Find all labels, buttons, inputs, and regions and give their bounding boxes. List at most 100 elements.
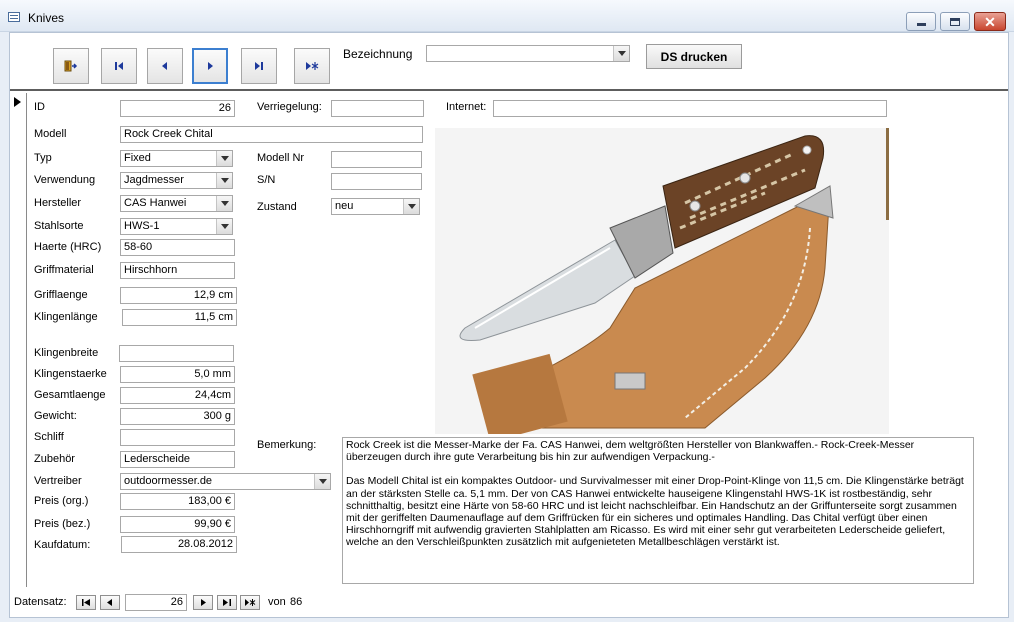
stahlsorte-dropdown-button[interactable]	[216, 219, 232, 234]
typ-value: Fixed	[124, 152, 151, 164]
grifflaenge-field[interactable]: 12,9 cm	[120, 287, 237, 304]
haerte-field[interactable]: 58-60	[120, 239, 235, 256]
chevron-down-icon	[220, 224, 229, 229]
first-record-icon	[82, 599, 90, 606]
exit-button[interactable]	[53, 48, 89, 84]
record-nav-prev-button[interactable]	[100, 595, 120, 610]
bezeichnung-combo[interactable]	[426, 45, 630, 62]
modellnr-field[interactable]	[331, 151, 422, 168]
hersteller-combo[interactable]: CAS Hanwei	[120, 195, 233, 212]
verriegelung-field[interactable]	[331, 100, 424, 117]
bemerkung-paragraph: Rock Creek ist die Messer-Marke der Fa. …	[346, 439, 915, 464]
next-record-icon	[201, 599, 206, 606]
kaufdatum-field[interactable]: 28.08.2012	[121, 536, 237, 553]
record-nav-first-button[interactable]	[76, 595, 96, 610]
schliff-field[interactable]	[120, 429, 235, 446]
print-button[interactable]: DS drucken	[646, 44, 742, 69]
record-nav-of-label: von	[268, 596, 286, 608]
bemerkung-label: Bemerkung:	[257, 439, 317, 451]
chevron-down-icon	[220, 156, 229, 161]
modell-field[interactable]: Rock Creek Chital	[120, 126, 423, 143]
vertreiber-dropdown-button[interactable]	[314, 474, 330, 489]
modell-label: Modell	[34, 128, 67, 140]
close-icon: ✕	[984, 13, 996, 30]
chevron-down-icon	[220, 178, 229, 183]
sheath-clip-metal	[614, 372, 646, 390]
vertreiber-combo[interactable]: outdoormesser.de	[120, 473, 331, 490]
chevron-down-icon	[318, 479, 327, 484]
last-record-icon	[223, 599, 231, 606]
sn-field[interactable]	[331, 173, 422, 190]
last-record-icon	[255, 62, 263, 70]
record-selector[interactable]	[10, 93, 27, 587]
typ-combo[interactable]: Fixed	[120, 150, 233, 167]
preis-bez-field[interactable]: 99,90 €	[120, 516, 235, 533]
record-nav-last-button[interactable]	[217, 595, 237, 610]
id-label: ID	[34, 101, 45, 113]
zubehoer-field[interactable]: Lederscheide	[120, 451, 235, 468]
record-nav-new-button[interactable]	[240, 595, 260, 610]
hersteller-dropdown-button[interactable]	[216, 196, 232, 211]
internet-field[interactable]	[493, 100, 887, 117]
record-nav-next-button[interactable]	[193, 595, 213, 610]
schliff-label: Schliff	[34, 431, 64, 443]
minimize-icon	[916, 23, 926, 26]
new-record-button[interactable]	[294, 48, 330, 84]
zustand-combo[interactable]: neu	[331, 198, 420, 215]
grifflaenge-label: Grifflaenge	[34, 289, 88, 301]
last-record-button[interactable]	[241, 48, 277, 84]
maximize-button[interactable]	[940, 12, 970, 31]
klingenstaerke-label: Klingenstaerke	[34, 368, 107, 380]
gesamtlaenge-field[interactable]: 24,4cm	[120, 387, 235, 404]
typ-dropdown-button[interactable]	[216, 151, 232, 166]
modellnr-label: Modell Nr	[257, 152, 305, 164]
previous-record-button[interactable]	[147, 48, 183, 84]
bezeichnung-dropdown-button[interactable]	[613, 46, 629, 61]
id-field[interactable]: 26	[120, 100, 235, 117]
preis-org-label: Preis (org.)	[34, 495, 89, 507]
minimize-button[interactable]	[906, 12, 936, 31]
previous-record-icon	[162, 62, 167, 70]
chevron-down-icon	[407, 204, 416, 209]
record-total: 86	[290, 596, 303, 608]
hersteller-value: CAS Hanwei	[124, 197, 187, 209]
zustand-label: Zustand	[257, 201, 297, 213]
kaufdatum-label: Kaufdatum:	[34, 539, 91, 551]
knife-blade	[459, 239, 636, 341]
klingenbreite-field[interactable]	[119, 345, 234, 362]
first-record-button[interactable]	[101, 48, 137, 84]
close-button[interactable]: ✕	[974, 12, 1006, 31]
zustand-value: neu	[335, 200, 354, 212]
stahlsorte-label: Stahlsorte	[34, 220, 84, 232]
stahlsorte-combo[interactable]: HWS-1	[120, 218, 233, 235]
bemerkung-field[interactable]: Rock Creek ist die Messer-Marke der Fa. …	[342, 437, 974, 584]
chevron-down-icon	[617, 51, 626, 56]
verwendung-value: Jagdmesser	[124, 174, 184, 186]
klingenlaenge-field[interactable]: 11,5 cm	[122, 309, 237, 326]
klingenstaerke-field[interactable]: 5,0 mm	[120, 366, 235, 383]
preis-org-field[interactable]: 183,00 €	[120, 493, 235, 510]
record-selector-arrow-icon	[14, 97, 21, 107]
griffmaterial-field[interactable]: Hirschhorn	[120, 262, 235, 279]
gesamtlaenge-label: Gesamtlaenge	[34, 389, 106, 401]
sn-label: S/N	[257, 174, 276, 186]
record-nav-label: Datensatz:	[14, 596, 67, 608]
klingenbreite-label: Klingenbreite	[34, 347, 99, 359]
form-header: Bezeichnung DS drucken	[10, 33, 1008, 91]
verwendung-dropdown-button[interactable]	[216, 173, 232, 188]
stahlsorte-value: HWS-1	[124, 220, 160, 232]
new-record-icon	[245, 599, 256, 606]
zustand-dropdown-button[interactable]	[403, 199, 419, 214]
window-title: Knives	[28, 11, 65, 25]
gewicht-field[interactable]: 300 g	[120, 408, 235, 425]
zubehoer-label: Zubehör	[34, 453, 75, 465]
vertreiber-value: outdoormesser.de	[124, 475, 213, 487]
record-number-field[interactable]: 26	[125, 594, 187, 611]
form-icon	[8, 12, 20, 22]
verwendung-combo[interactable]: Jagdmesser	[120, 172, 233, 189]
griffmaterial-label: Griffmaterial	[34, 264, 94, 276]
haerte-label: Haerte (HRC)	[34, 241, 102, 253]
handle-rivet	[689, 200, 701, 212]
next-record-button[interactable]	[192, 48, 228, 84]
gewicht-label: Gewicht:	[34, 410, 77, 422]
